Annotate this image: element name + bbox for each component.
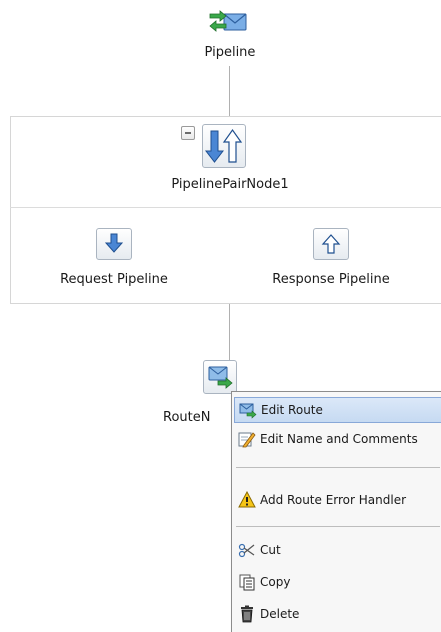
pencil-edit-icon: [238, 432, 256, 448]
menu-item-label: Copy: [260, 575, 291, 589]
menu-item-copy[interactable]: Copy: [234, 569, 441, 595]
edit-route-icon: [239, 403, 257, 419]
menu-item-delete[interactable]: Delete: [234, 601, 441, 627]
menu-item-label: Delete: [260, 607, 300, 621]
menu-item-label: Add Route Error Handler: [260, 493, 407, 507]
copy-icon: [239, 574, 255, 591]
menu-separator: [236, 467, 440, 468]
route-node-button[interactable]: [203, 360, 237, 394]
pair-divider: [10, 207, 441, 208]
warning-icon: [238, 491, 256, 508]
connector-line: [229, 66, 230, 116]
trash-icon: [241, 605, 253, 623]
collapse-toggle-icon[interactable]: [181, 126, 195, 140]
pipeline-envelope-icon[interactable]: [208, 8, 252, 36]
context-menu: Edit Route Edit Name and Comments Add Ro…: [231, 391, 441, 632]
up-arrow-icon: [321, 234, 341, 254]
pipeline-pair-label: PipelinePairNode1: [171, 177, 289, 192]
response-pipeline-button[interactable]: [313, 228, 349, 260]
response-pipeline-label: Response Pipeline: [272, 272, 390, 287]
down-arrow-icon: [104, 233, 124, 253]
menu-item-edit-route[interactable]: Edit Route: [234, 397, 441, 423]
request-pipeline-label: Request Pipeline: [60, 272, 168, 287]
connector-line: [229, 304, 230, 362]
menu-item-add-route-error-handler[interactable]: Add Route Error Handler: [234, 487, 441, 513]
route-envelope-icon: [208, 366, 233, 389]
pipeline-label: Pipeline: [204, 45, 256, 60]
pipeline-pair-icon[interactable]: [202, 124, 246, 168]
menu-item-cut[interactable]: Cut: [234, 537, 441, 563]
scissors-icon: [238, 543, 255, 558]
route-node-label: RouteN: [163, 410, 211, 425]
menu-item-label: Cut: [260, 543, 281, 557]
menu-item-edit-name-comments[interactable]: Edit Name and Comments: [234, 426, 441, 452]
request-pipeline-button[interactable]: [96, 228, 132, 260]
menu-item-label: Edit Route: [261, 403, 323, 417]
menu-item-label: Edit Name and Comments: [260, 432, 418, 446]
menu-separator: [236, 526, 440, 527]
